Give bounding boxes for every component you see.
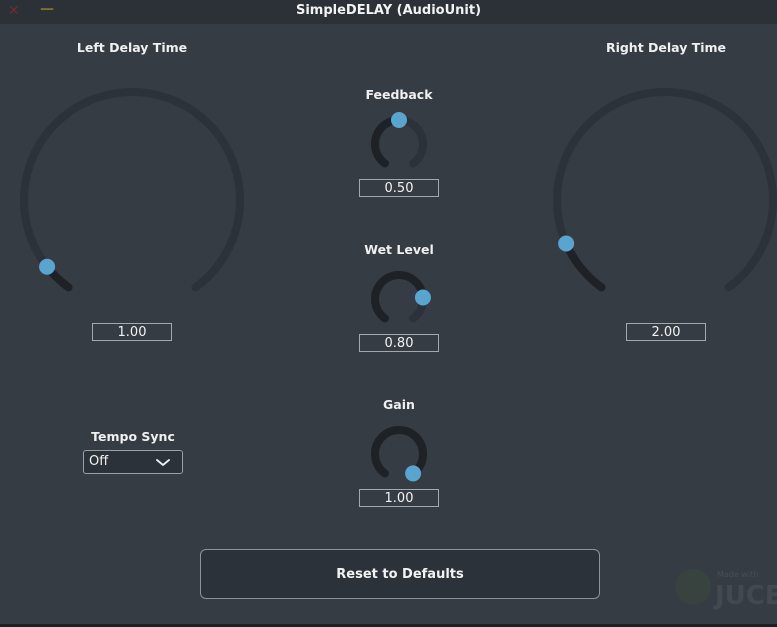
gain-label: Gain <box>383 397 415 412</box>
knob-track <box>371 116 427 168</box>
knob-value-arc <box>371 271 427 323</box>
knob-track <box>371 271 427 323</box>
knob-thumb[interactable] <box>405 465 422 482</box>
window-title: SimpleDELAY (AudioUnit) <box>295 3 482 18</box>
wet-level-value[interactable]: 0.80 <box>359 334 439 352</box>
knob-value-arc <box>43 262 73 292</box>
feedback-value[interactable]: 0.50 <box>359 179 439 197</box>
knob-value-arc <box>371 426 427 478</box>
watermark-juce: JUCE <box>713 581 777 611</box>
knob-thumb[interactable] <box>558 235 575 252</box>
left-delay-label: Left Delay Time <box>76 40 188 55</box>
knob-value-arc <box>371 116 403 168</box>
knob-thumb[interactable] <box>414 289 431 306</box>
tempo-sync-label: Tempo Sync <box>91 429 175 444</box>
reset-to-defaults-button[interactable]: Reset to Defaults <box>200 549 600 599</box>
right-delay-value[interactable]: 2.00 <box>626 323 706 341</box>
wet-level-label: Wet Level <box>364 242 434 257</box>
knob-thumb[interactable] <box>39 258 56 275</box>
knob-track <box>553 88 777 292</box>
left-delay-value[interactable]: 1.00 <box>92 323 172 341</box>
juce-logo-icon: Made with JUCE <box>675 569 777 611</box>
tempo-sync-selected: Off <box>89 454 109 469</box>
knob-track <box>371 426 427 478</box>
knob-track <box>20 88 244 292</box>
feedback-label: Feedback <box>365 87 433 102</box>
title-bar: ✕ — SimpleDELAY (AudioUnit) <box>0 0 777 24</box>
knob-value-arc <box>562 239 606 292</box>
gain-value[interactable]: 1.00 <box>359 489 439 507</box>
watermark-made-with: Made with <box>717 570 758 579</box>
right-delay-label: Right Delay Time <box>605 40 727 55</box>
knob-thumb[interactable] <box>391 112 407 128</box>
chevron-down-icon <box>156 459 170 466</box>
tempo-sync-dropdown[interactable]: Off <box>83 450 183 474</box>
